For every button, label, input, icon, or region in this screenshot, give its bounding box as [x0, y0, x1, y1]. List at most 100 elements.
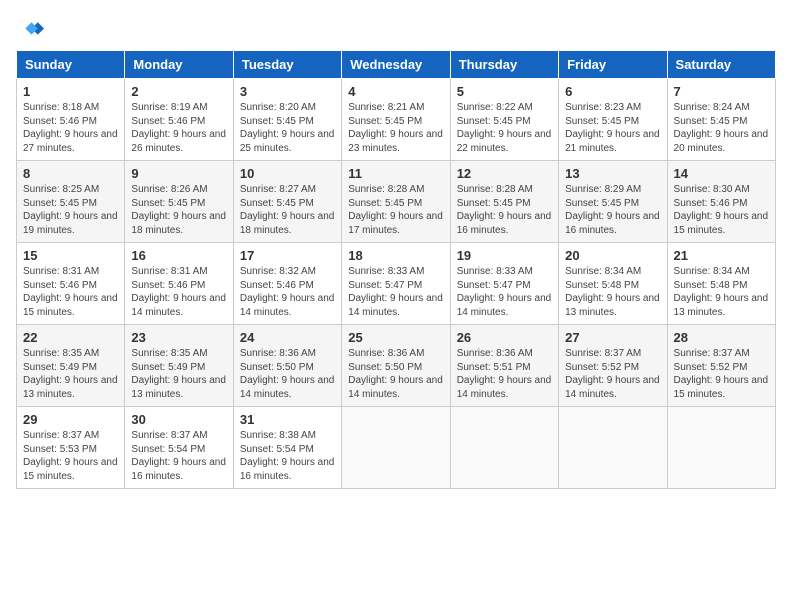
day-number: 8 — [23, 166, 118, 181]
day-cell — [342, 407, 450, 489]
day-number: 5 — [457, 84, 552, 99]
day-number: 30 — [131, 412, 226, 427]
day-number: 27 — [565, 330, 660, 345]
day-info: Sunrise: 8:35 AMSunset: 5:49 PMDaylight:… — [131, 347, 226, 401]
day-number: 4 — [348, 84, 443, 99]
week-row-2: 8 Sunrise: 8:25 AMSunset: 5:45 PMDaylight… — [17, 161, 776, 243]
day-info: Sunrise: 8:36 AMSunset: 5:51 PMDaylight:… — [457, 347, 552, 401]
day-cell: 6 Sunrise: 8:23 AMSunset: 5:45 PMDaylight… — [559, 79, 667, 161]
day-cell: 13 Sunrise: 8:29 AMSunset: 5:45 PMDayligh… — [559, 161, 667, 243]
day-cell: 26Sunrise: 8:36 AMSunset: 5:51 PMDayligh… — [450, 325, 558, 407]
day-number: 20 — [565, 248, 660, 263]
logo — [16, 16, 46, 44]
day-info: Sunrise: 8:22 AMSunset: 5:45 PMDaylight:… — [457, 101, 552, 155]
day-number: 11 — [348, 166, 443, 181]
day-number: 10 — [240, 166, 335, 181]
week-row-5: 29Sunrise: 8:37 AMSunset: 5:53 PMDayligh… — [17, 407, 776, 489]
day-info: Sunrise: 8:31 AMSunset: 5:46 PMDaylight:… — [131, 265, 226, 319]
day-cell: 11 Sunrise: 8:28 AMSunset: 5:45 PMDayligh… — [342, 161, 450, 243]
day-cell: 14Sunrise: 8:30 AMSunset: 5:46 PMDayligh… — [667, 161, 775, 243]
day-cell: 24 Sunrise: 8:36 AMSunset: 5:50 PMDayligh… — [233, 325, 341, 407]
day-cell: 8 Sunrise: 8:25 AMSunset: 5:45 PMDaylight… — [17, 161, 125, 243]
day-cell: 18 Sunrise: 8:33 AMSunset: 5:47 PMDayligh… — [342, 243, 450, 325]
day-info: Sunrise: 8:28 AMSunset: 5:45 PMDaylight:… — [348, 183, 443, 237]
day-cell — [667, 407, 775, 489]
header-friday: Friday — [559, 51, 667, 79]
day-info: Sunrise: 8:29 AMSunset: 5:45 PMDaylight:… — [565, 183, 660, 237]
day-number: 31 — [240, 412, 335, 427]
calendar-table: SundayMondayTuesdayWednesdayThursdayFrid… — [16, 50, 776, 489]
day-info: Sunrise: 8:32 AMSunset: 5:46 PMDaylight:… — [240, 265, 335, 319]
day-number: 7 — [674, 84, 769, 99]
day-number: 13 — [565, 166, 660, 181]
day-info: Sunrise: 8:37 AMSunset: 5:54 PMDaylight:… — [131, 429, 226, 483]
day-cell: 10 Sunrise: 8:27 AMSunset: 5:45 PMDayligh… — [233, 161, 341, 243]
header-wednesday: Wednesday — [342, 51, 450, 79]
day-cell: 4 Sunrise: 8:21 AMSunset: 5:45 PMDaylight… — [342, 79, 450, 161]
page-header — [16, 16, 776, 44]
day-cell: 22Sunrise: 8:35 AMSunset: 5:49 PMDayligh… — [17, 325, 125, 407]
day-info: Sunrise: 8:36 AMSunset: 5:50 PMDaylight:… — [240, 347, 335, 401]
day-cell — [559, 407, 667, 489]
day-cell: 1 Sunrise: 8:18 AMSunset: 5:46 PMDaylight… — [17, 79, 125, 161]
day-number: 1 — [23, 84, 118, 99]
day-number: 18 — [348, 248, 443, 263]
day-number: 23 — [131, 330, 226, 345]
header-monday: Monday — [125, 51, 233, 79]
day-info: Sunrise: 8:37 AMSunset: 5:52 PMDaylight:… — [674, 347, 769, 401]
day-cell: 3 Sunrise: 8:20 AMSunset: 5:45 PMDaylight… — [233, 79, 341, 161]
day-info: Sunrise: 8:27 AMSunset: 5:45 PMDaylight:… — [240, 183, 335, 237]
day-cell: 15 Sunrise: 8:31 AMSunset: 5:46 PMDayligh… — [17, 243, 125, 325]
day-info: Sunrise: 8:33 AMSunset: 5:47 PMDaylight:… — [457, 265, 552, 319]
header-saturday: Saturday — [667, 51, 775, 79]
header-thursday: Thursday — [450, 51, 558, 79]
day-number: 15 — [23, 248, 118, 263]
day-info: Sunrise: 8:19 AMSunset: 5:46 PMDaylight:… — [131, 101, 226, 155]
day-info: Sunrise: 8:33 AMSunset: 5:47 PMDaylight:… — [348, 265, 443, 319]
logo-icon — [16, 16, 44, 44]
day-info: Sunrise: 8:34 AMSunset: 5:48 PMDaylight:… — [674, 265, 769, 319]
day-info: Sunrise: 8:18 AMSunset: 5:46 PMDaylight:… — [23, 101, 118, 155]
day-cell: 28 Sunrise: 8:37 AMSunset: 5:52 PMDayligh… — [667, 325, 775, 407]
day-cell: 5 Sunrise: 8:22 AMSunset: 5:45 PMDaylight… — [450, 79, 558, 161]
header-sunday: Sunday — [17, 51, 125, 79]
day-number: 2 — [131, 84, 226, 99]
day-info: Sunrise: 8:31 AMSunset: 5:46 PMDaylight:… — [23, 265, 118, 319]
day-number: 29 — [23, 412, 118, 427]
day-number: 17 — [240, 248, 335, 263]
day-number: 3 — [240, 84, 335, 99]
day-number: 6 — [565, 84, 660, 99]
day-number: 25 — [348, 330, 443, 345]
header-row: SundayMondayTuesdayWednesdayThursdayFrid… — [17, 51, 776, 79]
day-number: 12 — [457, 166, 552, 181]
day-number: 22 — [23, 330, 118, 345]
day-cell: 19Sunrise: 8:33 AMSunset: 5:47 PMDayligh… — [450, 243, 558, 325]
header-tuesday: Tuesday — [233, 51, 341, 79]
day-cell: 16 Sunrise: 8:31 AMSunset: 5:46 PMDayligh… — [125, 243, 233, 325]
day-cell: 30 Sunrise: 8:37 AMSunset: 5:54 PMDayligh… — [125, 407, 233, 489]
day-cell: 23 Sunrise: 8:35 AMSunset: 5:49 PMDayligh… — [125, 325, 233, 407]
day-cell: 21 Sunrise: 8:34 AMSunset: 5:48 PMDayligh… — [667, 243, 775, 325]
day-info: Sunrise: 8:20 AMSunset: 5:45 PMDaylight:… — [240, 101, 335, 155]
day-number: 9 — [131, 166, 226, 181]
day-cell: 20 Sunrise: 8:34 AMSunset: 5:48 PMDayligh… — [559, 243, 667, 325]
day-info: Sunrise: 8:28 AMSunset: 5:45 PMDaylight:… — [457, 183, 552, 237]
day-cell: 27 Sunrise: 8:37 AMSunset: 5:52 PMDayligh… — [559, 325, 667, 407]
day-info: Sunrise: 8:34 AMSunset: 5:48 PMDaylight:… — [565, 265, 660, 319]
week-row-3: 15 Sunrise: 8:31 AMSunset: 5:46 PMDayligh… — [17, 243, 776, 325]
day-info: Sunrise: 8:37 AMSunset: 5:52 PMDaylight:… — [565, 347, 660, 401]
day-number: 28 — [674, 330, 769, 345]
day-info: Sunrise: 8:23 AMSunset: 5:45 PMDaylight:… — [565, 101, 660, 155]
day-info: Sunrise: 8:30 AMSunset: 5:46 PMDaylight:… — [674, 183, 769, 237]
day-cell: 25Sunrise: 8:36 AMSunset: 5:50 PMDayligh… — [342, 325, 450, 407]
day-info: Sunrise: 8:25 AMSunset: 5:45 PMDaylight:… — [23, 183, 118, 237]
day-info: Sunrise: 8:24 AMSunset: 5:45 PMDaylight:… — [674, 101, 769, 155]
day-info: Sunrise: 8:26 AMSunset: 5:45 PMDaylight:… — [131, 183, 226, 237]
week-row-1: 1 Sunrise: 8:18 AMSunset: 5:46 PMDaylight… — [17, 79, 776, 161]
day-cell — [450, 407, 558, 489]
day-number: 21 — [674, 248, 769, 263]
day-number: 24 — [240, 330, 335, 345]
day-number: 16 — [131, 248, 226, 263]
day-info: Sunrise: 8:21 AMSunset: 5:45 PMDaylight:… — [348, 101, 443, 155]
day-cell: 9 Sunrise: 8:26 AMSunset: 5:45 PMDaylight… — [125, 161, 233, 243]
